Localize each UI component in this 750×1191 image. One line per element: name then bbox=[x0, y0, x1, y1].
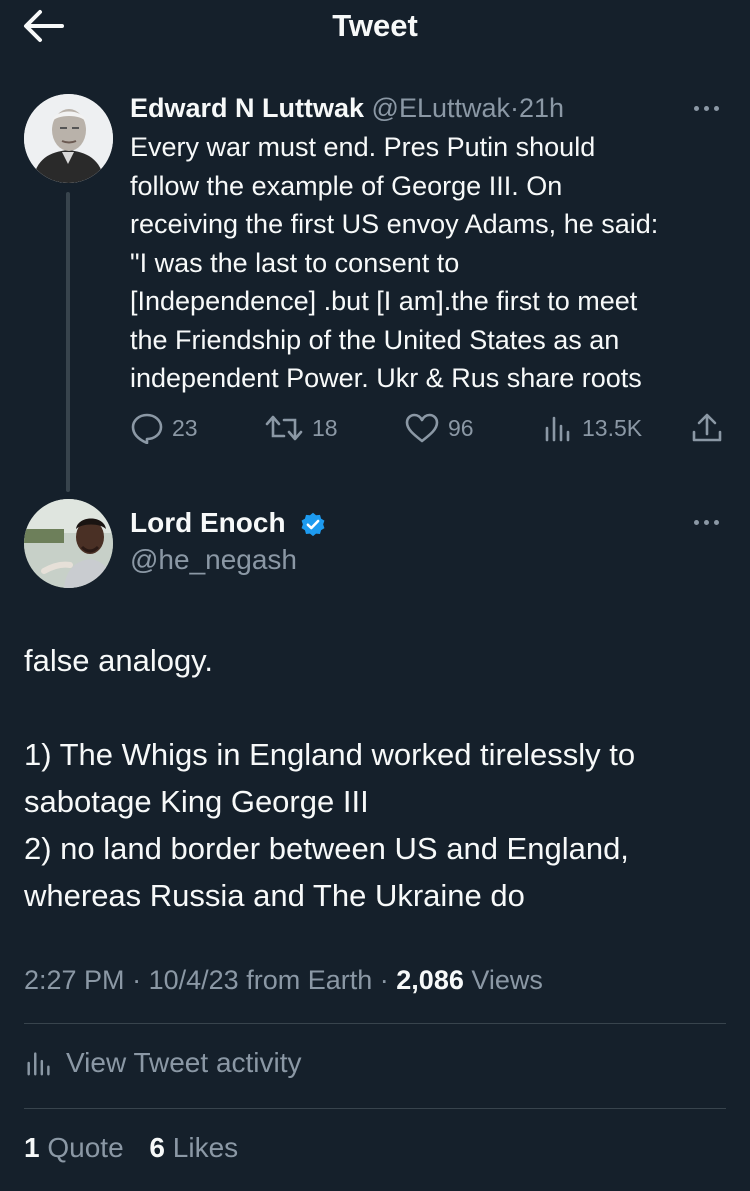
top-bar: Tweet bbox=[0, 0, 750, 56]
retweet-icon bbox=[265, 415, 303, 441]
reply-text-line bbox=[24, 684, 734, 731]
like-button[interactable]: 96 bbox=[404, 412, 474, 444]
header-separator: · bbox=[510, 93, 520, 123]
meta-separator: · bbox=[379, 965, 389, 995]
verified-badge-icon bbox=[301, 512, 325, 536]
parent-text-line: follow the example of George III. On bbox=[130, 170, 563, 201]
reply-text-line: sabotage King George III bbox=[24, 784, 369, 819]
parent-time-ago[interactable]: 21h bbox=[519, 93, 564, 123]
reply-author-name-row: Lord Enoch bbox=[130, 505, 327, 541]
reply-count: 23 bbox=[172, 414, 198, 441]
activity-icon bbox=[27, 1052, 50, 1076]
tweet-metadata: 2:27 PM · 10/4/23 from Earth · 2,086 Vie… bbox=[24, 962, 543, 998]
views-total: 2,086 bbox=[396, 965, 464, 995]
parent-text-line: Every war must end. Pres Putin should bbox=[130, 132, 596, 162]
reply-text-line: 2) no land border between US and England… bbox=[24, 831, 629, 866]
activity-label: View Tweet activity bbox=[66, 1047, 302, 1078]
page-title: Tweet bbox=[332, 8, 418, 43]
parent-more-icon[interactable] bbox=[692, 98, 724, 118]
divider bbox=[24, 1108, 726, 1109]
meta-separator: · bbox=[132, 965, 142, 995]
parent-text-line: the Friendship of the United States as a… bbox=[130, 324, 620, 355]
like-count: 96 bbox=[448, 414, 474, 441]
retweet-count: 18 bbox=[312, 414, 338, 441]
likes-link[interactable]: 6 Likes bbox=[149, 1132, 256, 1163]
divider bbox=[24, 1023, 726, 1024]
likes-count: 6 bbox=[149, 1132, 165, 1163]
avatar-edward-luttwak[interactable] bbox=[24, 94, 113, 183]
share-button[interactable] bbox=[690, 412, 732, 444]
reply-icon bbox=[131, 413, 163, 444]
tweet-date[interactable]: 10/4/23 bbox=[149, 965, 239, 995]
quotes-count: 1 bbox=[24, 1132, 40, 1163]
reply-text-line: 1) The Whigs in England worked tirelessl… bbox=[24, 737, 636, 772]
quotes-link[interactable]: 1 Quote bbox=[24, 1132, 142, 1163]
reply-text-line: false analogy. bbox=[24, 643, 213, 678]
parent-text-line: receiving the first US envoy Adams, he s… bbox=[130, 209, 659, 239]
views-count: 13.5K bbox=[582, 414, 643, 441]
share-icon bbox=[692, 413, 722, 442]
engagement-counts: 1 Quote 6 Likes bbox=[24, 1130, 256, 1166]
likes-label: Likes bbox=[172, 1132, 239, 1163]
tweet-source: from Earth bbox=[246, 965, 373, 995]
parent-text-line: "I was the last to consent to bbox=[130, 247, 460, 278]
parent-text-line: [Independence] .but [I am].the first to … bbox=[130, 286, 638, 316]
reply-tweet-text: false analogy. 1) The Whigs in England w… bbox=[24, 637, 734, 919]
like-icon bbox=[405, 413, 439, 443]
quotes-label: Quote bbox=[47, 1132, 124, 1163]
reply-button[interactable]: 23 bbox=[130, 412, 198, 444]
view-tweet-activity-link[interactable]: View Tweet activity bbox=[24, 1045, 302, 1081]
reply-more-icon[interactable] bbox=[692, 512, 724, 532]
parent-author-handle[interactable]: @ELuttwak bbox=[372, 93, 510, 123]
parent-tweet-text: Every war must end. Pres Putin should fo… bbox=[130, 128, 730, 398]
views-button[interactable]: 13.5K bbox=[542, 412, 642, 444]
reply-author-name[interactable]: Lord Enoch bbox=[130, 507, 286, 538]
parent-tweet-header: Edward N Luttwak @ELuttwak·21h bbox=[130, 90, 564, 126]
retweet-button[interactable]: 18 bbox=[264, 412, 338, 444]
parent-text-line: independent Power. Ukr & Rus share roots bbox=[130, 363, 642, 393]
tweet-time[interactable]: 2:27 PM bbox=[24, 965, 125, 995]
thread-connector bbox=[66, 192, 70, 492]
views-icon bbox=[545, 416, 570, 442]
parent-author-name[interactable]: Edward N Luttwak bbox=[130, 93, 364, 123]
reply-text-line: whereas Russia and The Ukraine do bbox=[24, 878, 525, 913]
reply-author-handle[interactable]: @he_negash bbox=[130, 542, 297, 578]
views-label: Views bbox=[471, 965, 543, 995]
avatar-lord-enoch[interactable] bbox=[24, 499, 113, 588]
